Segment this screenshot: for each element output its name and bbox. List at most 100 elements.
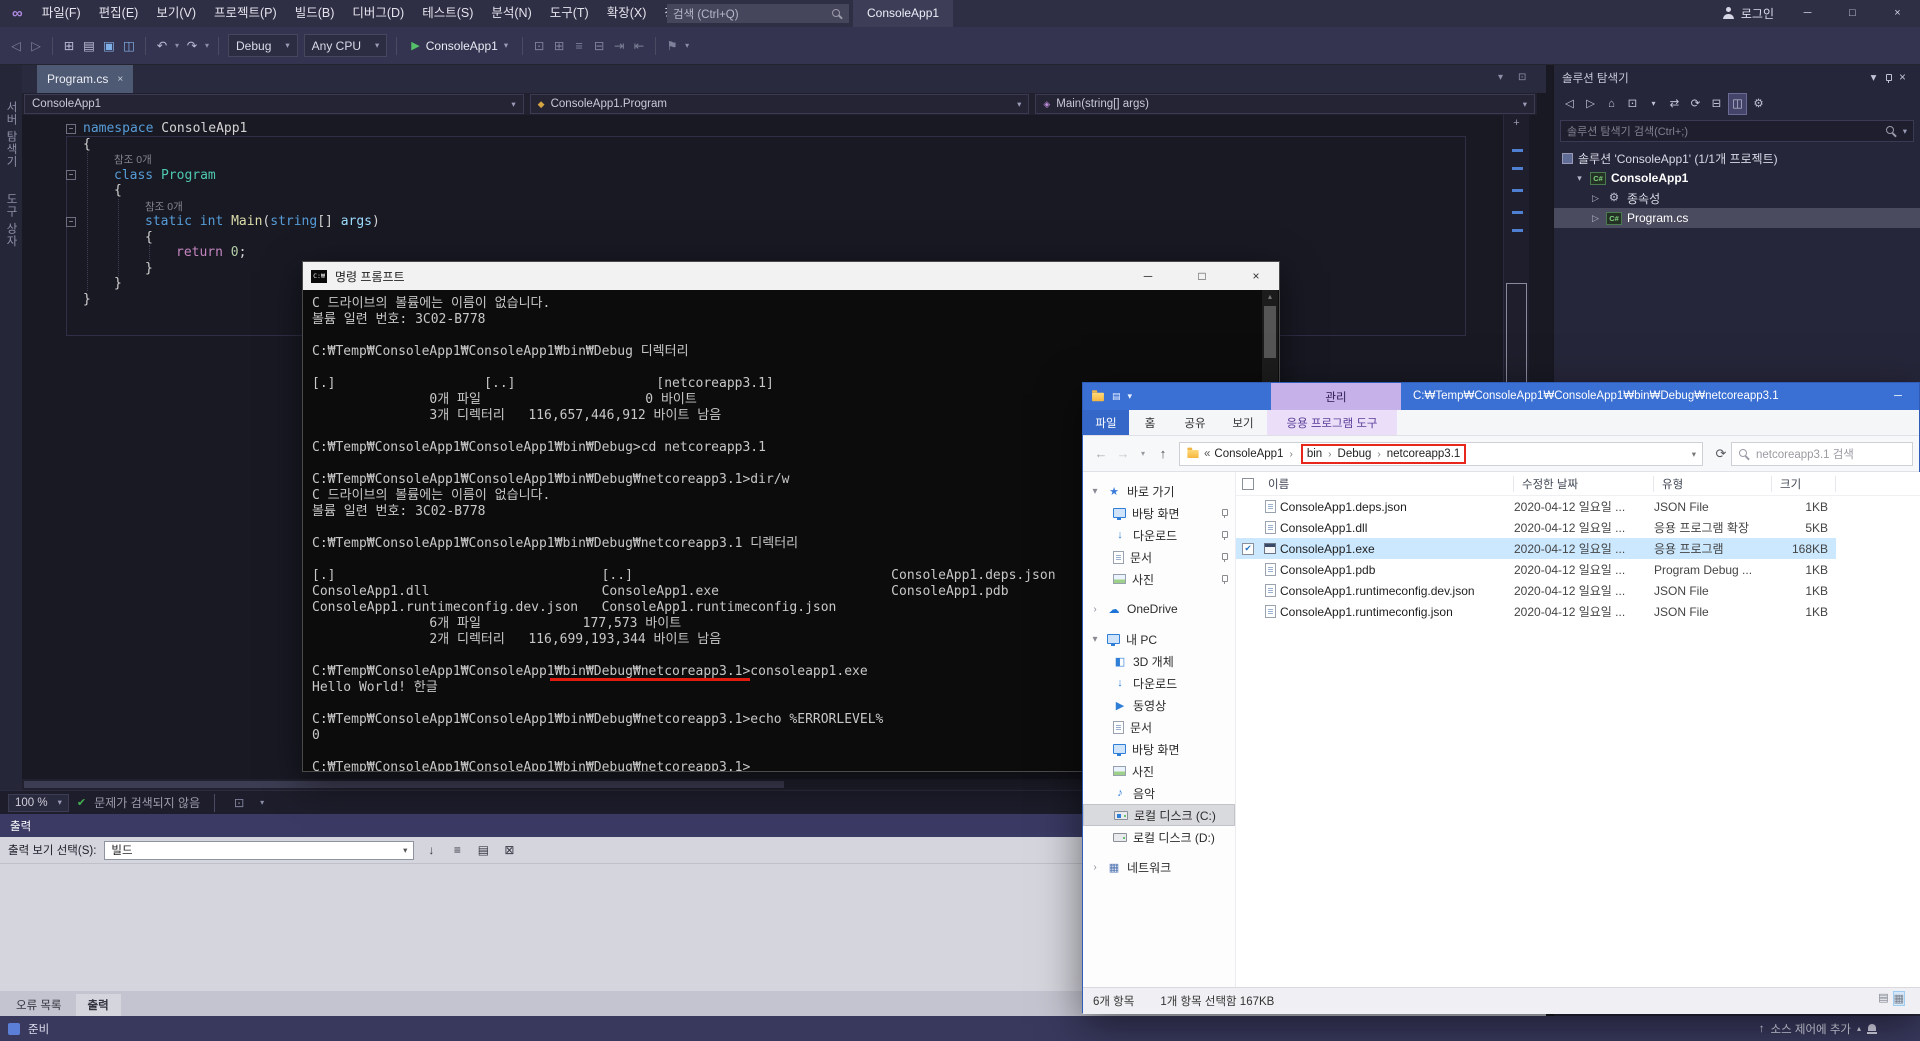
- codelens-references[interactable]: 참조 0개: [114, 154, 152, 166]
- minimize-button[interactable]: ─: [1785, 0, 1830, 27]
- output-find-icon[interactable]: ↓: [422, 843, 440, 857]
- save-all-icon[interactable]: ◫: [119, 34, 139, 58]
- redo-icon[interactable]: ↷: [182, 34, 202, 58]
- breadcrumb-debug[interactable]: Debug: [1338, 448, 1372, 460]
- member-dropdown[interactable]: ◈ Main(string[] args) ▾: [1035, 94, 1535, 114]
- column-header-date[interactable]: 수정한 날짜: [1514, 476, 1654, 492]
- sidebar-item-local-disk-c[interactable]: 로컬 디스크 (C:): [1083, 804, 1235, 826]
- notifications-bell-icon[interactable]: [1867, 1023, 1878, 1035]
- address-caret-icon[interactable]: ▾: [1692, 449, 1696, 460]
- column-header-type[interactable]: 유형: [1654, 476, 1772, 492]
- refresh-icon[interactable]: ⟳: [1686, 94, 1705, 114]
- sidebar-tab-server-explorer[interactable]: 서버 탐색기: [3, 101, 19, 168]
- item-checkbox-checked[interactable]: ✔: [1242, 543, 1254, 555]
- sidebar-item-pc-pictures[interactable]: 사진: [1083, 760, 1235, 782]
- file-row[interactable]: ConsoleApp1.runtimeconfig.json 2020-04-1…: [1236, 601, 1836, 622]
- menu-edit[interactable]: 편집(E): [90, 0, 148, 27]
- navigate-back-icon[interactable]: ◁: [6, 34, 26, 58]
- platform-dropdown[interactable]: Any CPU ▾: [304, 34, 388, 57]
- scrollbar-thumb[interactable]: [1264, 306, 1276, 358]
- tab-list-icon[interactable]: ▾: [1498, 72, 1503, 83]
- sidebar-item-onedrive[interactable]: ›☁OneDrive: [1083, 598, 1235, 620]
- health-label[interactable]: 문제가 검색되지 않음: [94, 794, 200, 811]
- sidebar-item-local-disk-d[interactable]: 로컬 디스크 (D:): [1083, 826, 1235, 848]
- project-dropdown[interactable]: ConsoleApp1 ▾: [24, 94, 524, 114]
- file-row[interactable]: ConsoleApp1.pdb 2020-04-12 일요일 ... Progr…: [1236, 559, 1836, 580]
- fold-marker[interactable]: −: [66, 170, 76, 180]
- switch-views-icon[interactable]: ⊡: [1623, 94, 1642, 114]
- maximize-button[interactable]: □: [1830, 0, 1875, 27]
- sidebar-item-pc-documents[interactable]: 문서: [1083, 716, 1235, 738]
- breadcrumb-bin[interactable]: bin: [1307, 448, 1322, 460]
- column-header-size[interactable]: 크기: [1772, 476, 1836, 492]
- explorer-search-input[interactable]: netcoreapp3.1 검색: [1731, 442, 1913, 466]
- preview-selected-icon[interactable]: ◫: [1728, 93, 1747, 115]
- manage-contextual-tab[interactable]: 관리: [1271, 383, 1401, 410]
- explorer-minimize-button[interactable]: ─: [1881, 383, 1915, 410]
- menu-debug[interactable]: 디버그(D): [343, 0, 413, 27]
- bookmark-icon[interactable]: ⚑: [662, 34, 682, 58]
- sidebar-item-pc-downloads[interactable]: ↓다운로드: [1083, 672, 1235, 694]
- open-file-icon[interactable]: ▤: [79, 34, 99, 58]
- close-icon[interactable]: ×: [1893, 68, 1912, 88]
- sign-in-button[interactable]: 로그인: [1722, 0, 1774, 27]
- tab-error-list[interactable]: 오류 목록: [4, 994, 74, 1016]
- sidebar-item-videos[interactable]: ▶동영상: [1083, 694, 1235, 716]
- back-icon[interactable]: ◁: [1560, 94, 1579, 114]
- sidebar-item-desktop[interactable]: 바탕 화면: [1083, 502, 1235, 524]
- ribbon-tab-file[interactable]: 파일: [1083, 410, 1129, 435]
- zoom-dropdown[interactable]: 100 % ▾: [8, 794, 69, 812]
- tree-item-program-cs[interactable]: ▷ C# Program.cs: [1554, 208, 1920, 228]
- tab-output[interactable]: 출력: [76, 994, 121, 1016]
- column-header-name[interactable]: 이름: [1260, 476, 1514, 492]
- menu-tools[interactable]: 도구(T): [541, 0, 598, 27]
- expander-open-icon[interactable]: ▾: [1089, 486, 1101, 497]
- breadcrumb-netcoreapp31[interactable]: netcoreapp3.1: [1387, 448, 1461, 460]
- file-row-selected[interactable]: ✔ ConsoleApp1.exe 2020-04-12 일요일 ... 응용 …: [1236, 538, 1836, 559]
- new-project-icon[interactable]: ⊞: [59, 34, 79, 58]
- scroll-up-icon[interactable]: ▴: [1262, 290, 1278, 304]
- toolbar-icon-4[interactable]: ⊟: [589, 34, 609, 58]
- sidebar-item-music[interactable]: ♪음악: [1083, 782, 1235, 804]
- output-clear-icon[interactable]: ⊠: [500, 843, 518, 857]
- configuration-dropdown[interactable]: Debug ▾: [228, 34, 298, 57]
- expander-closed-icon[interactable]: ▷: [1590, 193, 1601, 204]
- sidebar-item-downloads[interactable]: ↓다운로드: [1083, 524, 1235, 546]
- ribbon-tab-home[interactable]: 홈: [1129, 410, 1171, 435]
- sidebar-item-documents[interactable]: 문서: [1083, 546, 1235, 568]
- solution-search-input[interactable]: 솔루션 탐색기 검색(Ctrl+;) ▾: [1560, 120, 1914, 142]
- indent-icon[interactable]: ⇥: [609, 34, 629, 58]
- select-all-checkbox[interactable]: [1242, 478, 1254, 490]
- menu-analyze[interactable]: 분석(N): [482, 0, 540, 27]
- expander-closed-icon[interactable]: ▷: [1590, 213, 1601, 224]
- output-list-icon[interactable]: ▤: [474, 843, 492, 857]
- codelens-references[interactable]: 참조 0개: [145, 201, 183, 213]
- ribbon-tab-app-tools[interactable]: 응용 프로그램 도구: [1267, 410, 1397, 435]
- toolbar-icon-2[interactable]: ⊞: [549, 34, 569, 58]
- nav-forward-icon[interactable]: →: [1113, 436, 1133, 472]
- health-extra-icon[interactable]: ⊡: [229, 791, 249, 815]
- show-output-from-dropdown[interactable]: 빌드 ▾: [104, 841, 414, 860]
- sidebar-item-quick-access[interactable]: ▾★바로 가기: [1083, 480, 1235, 502]
- sidebar-tab-toolbox[interactable]: 도구 상자: [3, 193, 19, 247]
- undo-icon[interactable]: ↶: [152, 34, 172, 58]
- undo-caret-icon[interactable]: ▾: [172, 34, 182, 58]
- fold-marker[interactable]: −: [66, 217, 76, 227]
- tree-item-solution[interactable]: 솔루션 'ConsoleApp1' (1/1개 프로젝트): [1554, 148, 1920, 168]
- menu-build[interactable]: 빌드(B): [286, 0, 344, 27]
- nav-history-caret-icon[interactable]: ▾: [1133, 436, 1153, 472]
- nav-back-icon[interactable]: ←: [1091, 436, 1111, 472]
- quick-access-caret-icon[interactable]: ▾: [1128, 391, 1133, 402]
- menu-view[interactable]: 보기(V): [147, 0, 205, 27]
- toolbar-icon-3[interactable]: ≡: [569, 34, 589, 58]
- output-wrap-icon[interactable]: ≡: [448, 843, 466, 857]
- expander-open-icon[interactable]: ▾: [1089, 634, 1101, 645]
- file-row[interactable]: ConsoleApp1.deps.json 2020-04-12 일요일 ...…: [1236, 496, 1836, 517]
- sidebar-item-network[interactable]: ›▦네트워크: [1083, 856, 1235, 878]
- properties-gear-icon[interactable]: ⚙: [1749, 94, 1768, 114]
- expander-closed-icon[interactable]: ›: [1089, 604, 1101, 615]
- large-icons-view-icon[interactable]: ▦: [1893, 991, 1905, 1006]
- tree-item-project[interactable]: ▾ C# ConsoleApp1: [1554, 168, 1920, 188]
- close-button[interactable]: ×: [1875, 0, 1920, 27]
- chevron-down-icon[interactable]: ▾: [257, 791, 267, 815]
